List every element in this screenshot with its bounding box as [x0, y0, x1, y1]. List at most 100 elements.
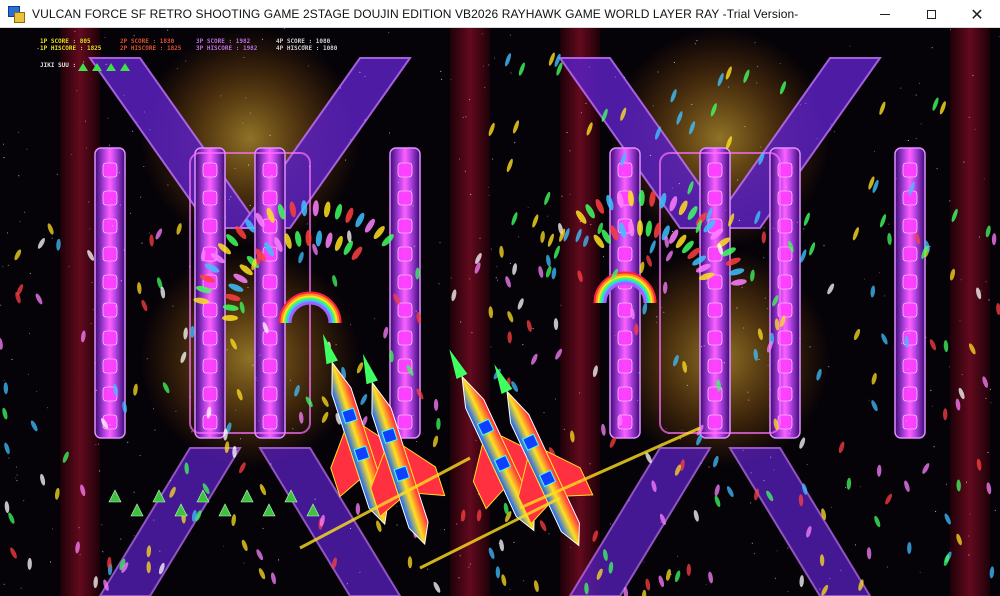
star: [78, 527, 80, 529]
star: [896, 178, 898, 180]
star: [414, 245, 416, 247]
title-bar[interactable]: VULCAN FORCE SF RETRO SHOOTING GAME 2STA…: [0, 0, 1000, 28]
star: [398, 181, 399, 183]
star: [133, 535, 135, 537]
star: [532, 328, 534, 329]
lives-label: JIKI SUU :: [40, 62, 77, 69]
star: [136, 121, 138, 123]
star: [678, 183, 680, 185]
lives-indicator: [78, 63, 130, 71]
star: [901, 342, 903, 344]
pillar-ornament: [262, 218, 278, 234]
pillar-ornament: [202, 330, 218, 346]
star: [469, 278, 471, 280]
star: [708, 466, 710, 468]
minimize-icon: [880, 13, 890, 15]
star: [278, 559, 279, 561]
star: [191, 431, 193, 433]
star: [189, 266, 191, 268]
star: [88, 201, 90, 203]
pillar-ornament: [262, 330, 278, 346]
star: [427, 568, 429, 570]
p4-score: 4P SCORE : 1080: [276, 38, 331, 45]
star: [990, 402, 992, 404]
star: [660, 521, 662, 523]
star: [109, 299, 110, 301]
star: [799, 104, 801, 106]
star: [829, 578, 831, 579]
star: [830, 507, 832, 508]
star: [966, 481, 967, 483]
star: [785, 186, 787, 188]
enemy-bullet: [617, 414, 623, 426]
star: [23, 500, 25, 502]
pillar-ornament: [262, 414, 278, 430]
star: [139, 455, 141, 456]
star: [569, 150, 571, 152]
pillar-ornament: [397, 302, 413, 318]
star: [969, 513, 971, 515]
pillar-ornament: [902, 162, 918, 178]
star: [830, 123, 832, 125]
star: [686, 384, 688, 386]
star: [919, 571, 921, 573]
star: [259, 354, 261, 356]
star: [458, 577, 460, 579]
star: [120, 538, 122, 540]
pillar-ornament: [262, 302, 278, 318]
star: [908, 332, 910, 334]
star: [226, 349, 228, 351]
star: [589, 463, 591, 465]
close-button[interactable]: ✕: [954, 0, 1000, 28]
star: [170, 480, 171, 482]
star: [590, 224, 592, 225]
star: [133, 491, 135, 493]
star: [859, 486, 861, 488]
star: [235, 409, 237, 411]
star: [840, 569, 842, 571]
star: [797, 221, 798, 223]
star: [569, 193, 571, 195]
star: [906, 420, 907, 422]
star: [95, 444, 97, 446]
star: [652, 105, 654, 107]
star: [47, 407, 49, 409]
pillar-ornament: [902, 358, 918, 374]
star: [959, 320, 961, 322]
star: [630, 238, 632, 240]
star: [968, 535, 970, 537]
star: [24, 211, 26, 213]
star: [909, 329, 911, 331]
maximize-button[interactable]: [908, 0, 954, 28]
app-icon[interactable]: [8, 5, 25, 23]
star: [3, 379, 5, 381]
star: [787, 591, 789, 592]
star: [514, 142, 516, 144]
star: [769, 405, 771, 407]
star: [89, 228, 91, 230]
star: [258, 420, 260, 422]
pillar-ornament: [397, 246, 413, 262]
star: [609, 523, 611, 525]
star: [513, 541, 515, 543]
pillar-ornament: [397, 218, 413, 234]
star: [703, 345, 705, 347]
star: [438, 283, 440, 285]
pillar-ornament: [707, 414, 723, 430]
pillar-ornament: [617, 358, 633, 374]
star: [495, 277, 497, 279]
star: [18, 131, 20, 133]
star: [701, 346, 702, 348]
minimize-button[interactable]: [862, 0, 908, 28]
star: [724, 209, 726, 211]
star: [663, 311, 665, 313]
star: [450, 277, 452, 279]
star: [85, 120, 86, 122]
game-canvas[interactable]: 1P SCORE : 805 1P HISCORE : 1825 2P SCOR…: [0, 28, 1000, 596]
star: [585, 102, 587, 104]
star: [983, 178, 985, 180]
star: [868, 399, 870, 401]
star: [560, 304, 562, 306]
life-ship-icon: [92, 63, 102, 71]
pillar-ornament: [902, 274, 918, 290]
